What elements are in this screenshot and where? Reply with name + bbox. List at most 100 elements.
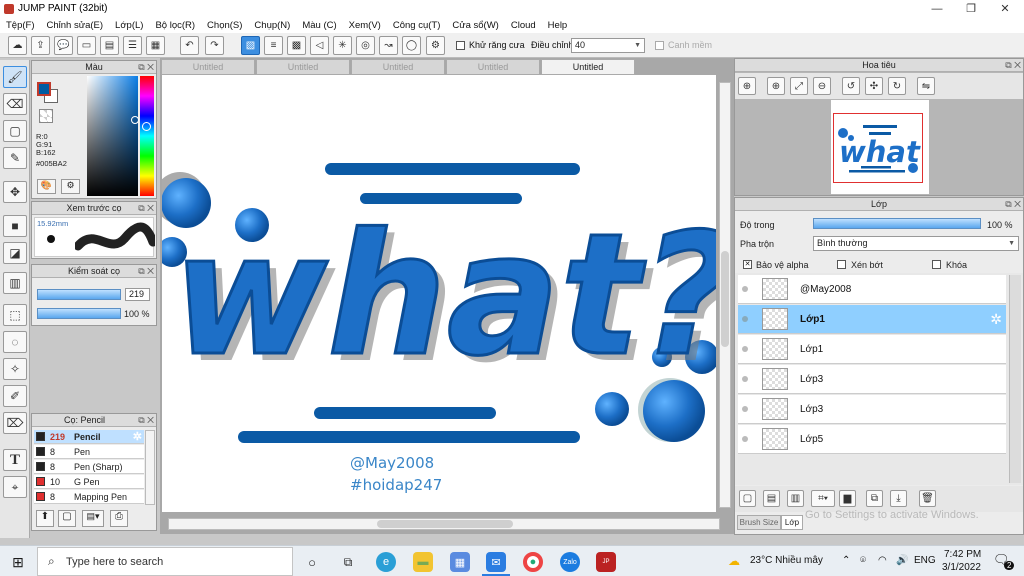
visibility-icon[interactable] — [742, 286, 748, 292]
layer-effect-menu-icon[interactable]: ⌗▾ — [811, 490, 835, 507]
tab-brush-size[interactable]: Brush Size — [737, 515, 781, 530]
store-icon[interactable]: ▦ — [450, 552, 470, 572]
file-explorer-icon[interactable]: ▬ — [413, 552, 433, 572]
network-icon[interactable]: ⌾ — [860, 555, 866, 566]
gear-icon[interactable]: ✲ — [990, 311, 1002, 328]
move-tool-icon[interactable]: ✥ — [3, 181, 27, 203]
clip-checkbox[interactable] — [837, 260, 846, 269]
clock-time[interactable]: 7:42 PM — [944, 549, 981, 560]
layer-row-selected[interactable]: Lớp1 ✲ — [738, 305, 1006, 334]
comment-icon[interactable]: 💬 — [54, 36, 73, 55]
color-picker-cursor[interactable] — [131, 116, 139, 124]
zalo-icon[interactable]: Zalo — [560, 552, 580, 572]
brush-item[interactable]: 8 Pen (Sharp) — [34, 460, 144, 474]
trash-icon[interactable]: 🗑 — [919, 490, 936, 507]
clock-date[interactable]: 3/1/2022 — [942, 562, 981, 573]
weather-text[interactable]: 23°C Nhiều mây — [750, 555, 823, 566]
menu-layer[interactable]: Lớp(L) — [115, 20, 143, 31]
circle-icon[interactable]: ◯ — [402, 36, 421, 55]
select-eraser-tool-icon[interactable]: ⌦ — [3, 412, 27, 434]
hue-cursor[interactable] — [142, 122, 151, 131]
document-icon[interactable]: ▤ — [100, 36, 119, 55]
rectangle-tool-icon[interactable]: ▢ — [3, 120, 27, 142]
doc-tab[interactable]: Untitled — [446, 59, 540, 75]
jump-paint-taskbar-icon[interactable]: JP — [596, 552, 616, 572]
panel-close-icon[interactable]: ⧉ ✕ — [138, 203, 154, 214]
eyedropper-tool-icon[interactable]: ⌖ — [3, 476, 27, 498]
volume-icon[interactable]: 🔊 — [896, 555, 908, 566]
select-rect-tool-icon[interactable]: ⬚ — [3, 304, 27, 326]
edge-icon[interactable]: e — [376, 552, 396, 572]
brush-menu-icon[interactable]: ▤▾ — [82, 510, 104, 527]
close-button[interactable]: ✕ — [988, 0, 1022, 17]
visibility-icon[interactable] — [742, 316, 748, 322]
panel-close-icon[interactable]: ⧉ ✕ — [1005, 199, 1021, 210]
menu-cloud[interactable]: Cloud — [511, 20, 536, 31]
visibility-icon[interactable] — [742, 376, 748, 382]
snap-checkbox[interactable] — [655, 41, 664, 50]
cloud-icon[interactable]: ☁ — [8, 36, 27, 55]
protect-alpha-checkbox[interactable]: ✕ — [743, 260, 752, 269]
panel-close-icon[interactable]: ⧉ ✕ — [138, 62, 154, 73]
menu-help[interactable]: Help — [548, 20, 568, 31]
brush-item[interactable]: 8 Pen — [34, 445, 144, 459]
hue-slider[interactable] — [140, 76, 154, 196]
fit-icon[interactable]: ⤢ — [790, 77, 808, 95]
layer-row[interactable]: Lớp5 — [738, 425, 1006, 454]
palette-icon[interactable]: 🎨 — [37, 179, 56, 194]
minimize-button[interactable]: — — [920, 0, 954, 17]
cortana-icon[interactable]: ○ — [302, 552, 322, 572]
reset-view-icon[interactable]: ✣ — [865, 77, 883, 95]
menu-view[interactable]: Xem(V) — [349, 20, 381, 31]
new-brush-icon[interactable]: ▢ — [58, 510, 76, 527]
mesh-icon[interactable]: ▩ — [287, 36, 306, 55]
layer-opacity-slider[interactable] — [813, 218, 981, 229]
taskbar-search-box[interactable]: ⌕ Type here to search — [37, 547, 293, 576]
vertical-scroll-thumb[interactable] — [721, 251, 729, 347]
hatch-icon[interactable]: ▧ — [241, 36, 260, 55]
layer-row[interactable]: Lớp1 — [738, 335, 1006, 364]
menu-select[interactable]: Chọn(S) — [207, 20, 242, 31]
menu-window[interactable]: Cửa sổ(W) — [452, 20, 498, 31]
wifi-icon[interactable]: ◠ — [878, 555, 887, 566]
flip-icon[interactable]: ⇋ — [917, 77, 935, 95]
chrome-icon[interactable]: ● — [523, 552, 543, 572]
drawing-canvas[interactable]: what? what? @May2008 #hoidap247 — [162, 75, 716, 512]
brush-size-slider[interactable] — [37, 289, 121, 300]
windows-start-icon[interactable]: ⊞ — [8, 552, 28, 572]
list-icon[interactable]: ☰ — [123, 36, 142, 55]
doc-tab[interactable]: Untitled — [351, 59, 445, 75]
panel-close-icon[interactable]: ⧉ ✕ — [138, 415, 154, 426]
visibility-icon[interactable] — [742, 436, 748, 442]
zoom-icon[interactable]: ⊕ — [738, 77, 756, 95]
folder-icon[interactable]: ▆ — [839, 490, 856, 507]
horizontal-scroll-thumb[interactable] — [377, 520, 513, 528]
brush-save-icon[interactable]: ⎙ — [110, 510, 128, 527]
tab-layer[interactable]: Lớp — [781, 515, 803, 530]
magic-wand-tool-icon[interactable]: ✧ — [3, 358, 27, 380]
gear-icon[interactable]: ✲ — [133, 430, 142, 444]
layer-row[interactable]: Lớp3 — [738, 365, 1006, 394]
layer-list-scrollbar[interactable] — [1009, 275, 1021, 483]
maximize-button[interactable]: ❐ — [954, 0, 988, 17]
menu-edit[interactable]: Chỉnh sửa(E) — [47, 20, 104, 31]
concentric-icon[interactable]: ◎ — [356, 36, 375, 55]
brush-add-icon[interactable]: ⬆ — [36, 510, 54, 527]
canvas-horizontal-scrollbar[interactable] — [168, 518, 720, 530]
brush-opacity-slider[interactable] — [37, 308, 121, 319]
navigator-thumbnail[interactable]: what? — [831, 100, 929, 194]
new-text-layer-icon[interactable]: ▥ — [787, 490, 804, 507]
zoom-in-icon[interactable]: ⊕ — [767, 77, 785, 95]
bucket-tool-icon[interactable]: ◪ — [3, 242, 27, 264]
settings-icon[interactable]: ⚙ — [426, 36, 445, 55]
brush-item[interactable]: 10 G Pen — [34, 475, 144, 489]
mail-icon[interactable]: ✉ — [486, 552, 506, 572]
blend-mode-select[interactable]: Bình thường ▼ — [813, 236, 1019, 251]
zoom-out-icon[interactable]: ⊖ — [813, 77, 831, 95]
merge-layer-icon[interactable]: ⤓ — [890, 490, 907, 507]
antialias-checkbox[interactable] — [456, 41, 465, 50]
lock-checkbox[interactable] — [932, 260, 941, 269]
doc-tab[interactable]: Untitled — [256, 59, 350, 75]
perspective-icon[interactable]: ◁ — [310, 36, 329, 55]
task-view-icon[interactable]: ⧉ — [338, 552, 358, 572]
